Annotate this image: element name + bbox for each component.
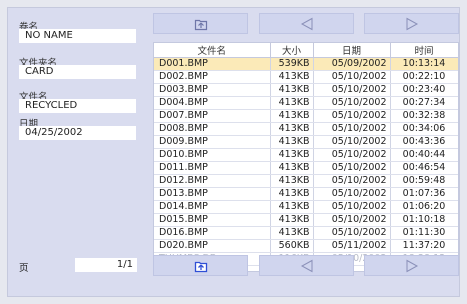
cell-size: 413KB (270, 200, 314, 214)
page-label: 页 (19, 263, 29, 274)
cell-date: 05/10/2002 (313, 96, 391, 110)
cell-date: 05/10/2002 (313, 122, 391, 136)
cell-size: 560KB (270, 239, 314, 253)
cell-name: D002.BMP (154, 70, 271, 84)
cell-name: D020.BMP (154, 239, 271, 253)
cell-time: 00:32:38 (390, 109, 458, 123)
cell-size: 413KB (270, 226, 314, 240)
cell-name: D010.BMP (154, 148, 271, 162)
cell-size: 413KB (270, 213, 314, 227)
date-value: 04/25/2002 (19, 126, 136, 140)
cell-date: 05/09/2002 (313, 57, 391, 71)
cell-size: 413KB (270, 161, 314, 175)
cell-size: 539KB (270, 57, 314, 71)
cell-name: D013.BMP (154, 187, 271, 201)
table-row[interactable]: D011.BMP 413KB 05/10/2002 00:46:54 (154, 161, 458, 175)
cell-name: D012.BMP (154, 174, 271, 188)
cell-time: 01:06:20 (390, 200, 458, 214)
folder-up-icon (194, 261, 207, 272)
cell-name: D016.BMP (154, 226, 271, 240)
volume-value: NO NAME (19, 29, 136, 43)
cell-name: D011.BMP (154, 161, 271, 175)
cell-time: 00:34:06 (390, 122, 458, 136)
triangle-right-icon (406, 17, 418, 30)
cell-time: 00:27:34 (390, 96, 458, 110)
next-button-bottom[interactable] (364, 255, 459, 276)
cell-date: 05/10/2002 (313, 109, 391, 123)
previous-button-bottom[interactable] (259, 255, 354, 276)
table-row[interactable]: D008.BMP 413KB 05/10/2002 00:34:06 (154, 122, 458, 136)
cell-date: 05/10/2002 (313, 148, 391, 162)
up-folder-button-bottom[interactable] (153, 255, 248, 276)
page-indicator: 1/1 (75, 258, 137, 272)
cell-date: 05/10/2002 (313, 161, 391, 175)
table-row[interactable]: D001.BMP 539KB 05/09/2002 10:13:14 (154, 57, 458, 71)
cell-date: 05/10/2002 (313, 213, 391, 227)
cell-date: 05/10/2002 (313, 70, 391, 84)
cell-time: 00:46:54 (390, 161, 458, 175)
cell-date: 05/10/2002 (313, 200, 391, 214)
table-row[interactable]: D009.BMP 413KB 05/10/2002 00:43:36 (154, 135, 458, 149)
cell-size: 413KB (270, 122, 314, 136)
table-row[interactable]: D007.BMP 413KB 05/10/2002 00:32:38 (154, 109, 458, 123)
folder-value: CARD (19, 65, 136, 79)
triangle-right-icon (406, 259, 418, 272)
cell-size: 413KB (270, 187, 314, 201)
cell-size: 413KB (270, 83, 314, 97)
cell-name: D004.BMP (154, 96, 271, 110)
table-row[interactable]: D003.BMP 413KB 05/10/2002 00:23:40 (154, 83, 458, 97)
next-button-top[interactable] (364, 13, 459, 34)
column-header-date[interactable]: 日期 (313, 43, 391, 58)
cell-size: 413KB (270, 70, 314, 84)
previous-button-top[interactable] (259, 13, 354, 34)
cell-date: 05/11/2002 (313, 239, 391, 253)
cell-time: 00:22:10 (390, 70, 458, 84)
triangle-left-icon (300, 17, 312, 30)
cell-name: D014.BMP (154, 200, 271, 214)
table-row[interactable]: D010.BMP 413KB 05/10/2002 00:40:44 (154, 148, 458, 162)
cell-date: 05/10/2002 (313, 174, 391, 188)
cell-name: D008.BMP (154, 122, 271, 136)
cell-time: 00:43:36 (390, 135, 458, 149)
triangle-left-icon (300, 259, 312, 272)
table-row[interactable]: D014.BMP 413KB 05/10/2002 01:06:20 (154, 200, 458, 214)
cell-date: 05/10/2002 (313, 226, 391, 240)
table-row[interactable]: D013.BMP 413KB 05/10/2002 01:07:36 (154, 187, 458, 201)
table-row[interactable]: D015.BMP 413KB 05/10/2002 01:10:18 (154, 213, 458, 227)
cell-size: 413KB (270, 174, 314, 188)
column-header-size[interactable]: 大小 (270, 43, 314, 58)
cell-date: 05/10/2002 (313, 83, 391, 97)
table-row[interactable]: D016.BMP 413KB 05/10/2002 01:11:30 (154, 226, 458, 240)
cell-time: 01:11:30 (390, 226, 458, 240)
table-row[interactable]: D004.BMP 413KB 05/10/2002 00:27:34 (154, 96, 458, 110)
cell-date: 05/10/2002 (313, 187, 391, 201)
cell-name: D007.BMP (154, 109, 271, 123)
column-header-name[interactable]: 文件名 (154, 43, 271, 58)
cell-name: D009.BMP (154, 135, 271, 149)
column-header-time[interactable]: 时间 (390, 43, 458, 58)
cell-name: D001.BMP (154, 57, 271, 71)
file-list-table: 文件名 大小 日期 时间 D001.BMP 539KB 05/09/2002 10:1… (153, 42, 459, 272)
cell-time: 00:40:44 (390, 148, 458, 162)
table-row[interactable]: D020.BMP 560KB 05/11/2002 11:37:20 (154, 239, 458, 253)
up-folder-button-top[interactable] (153, 13, 248, 34)
cell-size: 413KB (270, 96, 314, 110)
cell-time: 01:10:18 (390, 213, 458, 227)
cell-size: 413KB (270, 109, 314, 123)
cell-name: D003.BMP (154, 83, 271, 97)
cell-date: 05/10/2002 (313, 135, 391, 149)
cell-time: 00:59:48 (390, 174, 458, 188)
folder-up-icon (194, 19, 207, 30)
table-header-row: 文件名 大小 日期 时间 (154, 43, 458, 58)
cell-time: 00:23:40 (390, 83, 458, 97)
table-row[interactable]: D002.BMP 413KB 05/10/2002 00:22:10 (154, 70, 458, 84)
cell-time: 01:07:36 (390, 187, 458, 201)
cell-size: 413KB (270, 148, 314, 162)
cell-name: D015.BMP (154, 213, 271, 227)
table-row[interactable]: D012.BMP 413KB 05/10/2002 00:59:48 (154, 174, 458, 188)
file-value: RECYCLED (19, 99, 136, 113)
cell-time: 10:13:14 (390, 57, 458, 71)
cell-size: 413KB (270, 135, 314, 149)
cell-time: 11:37:20 (390, 239, 458, 253)
